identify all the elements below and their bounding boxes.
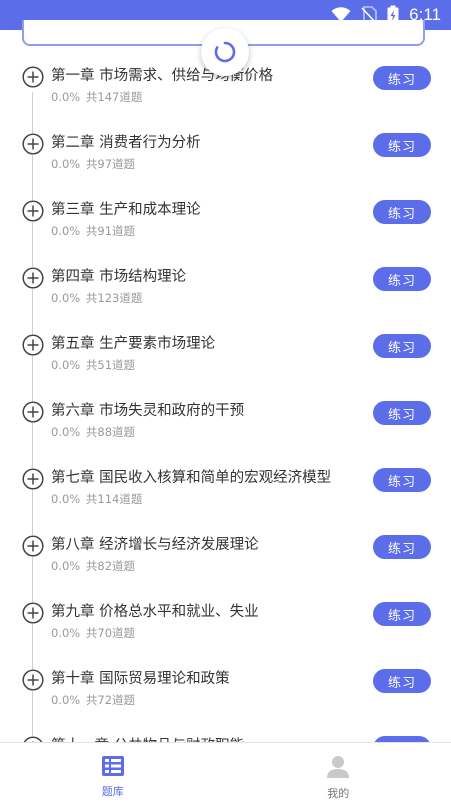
nav-tab-label: 题库 xyxy=(101,785,124,798)
chapter-progress: 0.0% xyxy=(51,291,81,305)
chapter-progress: 0.0% xyxy=(51,425,81,439)
chapter-progress: 0.0% xyxy=(51,157,81,171)
chapter-progress: 0.0% xyxy=(51,224,81,238)
practice-button[interactable]: 练习 xyxy=(373,468,431,492)
chapter-question-count: 共97道题 xyxy=(85,157,136,171)
question-bank-icon xyxy=(101,756,124,776)
chapter-title: 第八章 经济增长与经济发展理论 xyxy=(51,537,259,553)
expand-plus-icon[interactable] xyxy=(22,669,44,691)
practice-button[interactable]: 练习 xyxy=(373,535,431,559)
chapter-question-count: 共88道题 xyxy=(85,425,136,439)
chapter-item[interactable]: 第八章 经济增长与经济发展理论 0.0% 共82道题 练习 xyxy=(0,511,451,578)
chapter-item[interactable]: 第九章 价格总水平和就业、失业 0.0% 共70道题 练习 xyxy=(0,578,451,645)
chapter-progress: 0.0% xyxy=(51,90,81,104)
chapter-title: 第十章 国际贸易理论和政策 xyxy=(51,671,230,687)
chapter-meta: 0.0% 共82道题 xyxy=(51,558,135,574)
chapter-meta: 0.0% 共51道题 xyxy=(51,357,135,373)
profile-icon xyxy=(327,756,350,778)
expand-plus-icon[interactable] xyxy=(22,200,44,222)
expand-plus-icon[interactable] xyxy=(22,401,44,423)
chapter-progress: 0.0% xyxy=(51,492,81,506)
chapter-title: 第二章 消费者行为分析 xyxy=(51,135,201,151)
loading-icon xyxy=(214,41,236,63)
chapter-item[interactable]: 第二章 消费者行为分析 0.0% 共97道题 练习 xyxy=(0,109,451,176)
practice-button[interactable]: 练习 xyxy=(373,200,431,224)
chapter-title: 第三章 生产和成本理论 xyxy=(51,202,201,218)
chapter-meta: 0.0% 共72道题 xyxy=(51,692,135,708)
chapter-title: 第七章 国民收入核算和简单的宏观经济模型 xyxy=(51,470,332,486)
chapter-meta: 0.0% 共123道题 xyxy=(51,290,142,306)
chapter-item[interactable]: 第七章 国民收入核算和简单的宏观经济模型 0.0% 共114道题 练习 xyxy=(0,444,451,511)
expand-plus-icon[interactable] xyxy=(22,602,44,624)
chapter-progress: 0.0% xyxy=(51,626,81,640)
bottom-nav: 题库 我的 xyxy=(0,742,451,806)
nav-tab-profile[interactable]: 我的 xyxy=(226,743,451,806)
chapter-progress: 0.0% xyxy=(51,693,81,707)
chapter-question-count: 共51道题 xyxy=(85,358,136,372)
chapter-title: 第五章 生产要素市场理论 xyxy=(51,336,216,352)
chapter-question-count: 共123道题 xyxy=(85,291,143,305)
chapter-title: 第六章 市场失灵和政府的干预 xyxy=(51,403,245,419)
chapter-question-count: 共82道题 xyxy=(85,559,136,573)
nav-tab-question-bank[interactable]: 题库 xyxy=(0,743,226,806)
chapter-title: 第十一章 公共物品与财政职能 xyxy=(51,734,244,742)
chapter-meta: 0.0% 共114道题 xyxy=(51,491,142,507)
practice-button[interactable]: 练习 xyxy=(373,401,431,425)
chapter-progress: 0.0% xyxy=(51,358,81,372)
expand-plus-icon[interactable] xyxy=(22,133,44,155)
expand-plus-icon[interactable] xyxy=(22,535,44,557)
chapter-question-count: 共72道题 xyxy=(85,693,136,707)
chapter-meta: 0.0% 共88道题 xyxy=(51,424,135,440)
expand-plus-icon[interactable] xyxy=(22,334,44,356)
practice-button[interactable]: 练习 xyxy=(373,669,431,693)
expand-plus-icon[interactable] xyxy=(22,468,44,490)
chapter-item[interactable]: 第三章 生产和成本理论 0.0% 共91道题 练习 xyxy=(0,176,451,243)
chapter-title: 第九章 价格总水平和就业、失业 xyxy=(51,604,259,620)
expand-plus-icon[interactable] xyxy=(22,66,44,88)
refresh-spinner xyxy=(201,28,249,76)
chapter-item[interactable]: 第五章 生产要素市场理论 0.0% 共51道题 练习 xyxy=(0,310,451,377)
chapter-question-count: 共70道题 xyxy=(85,626,136,640)
chapter-meta: 0.0% 共97道题 xyxy=(51,156,135,172)
chapter-item[interactable]: 第四章 市场结构理论 0.0% 共123道题 练习 xyxy=(0,243,451,310)
chapter-question-count: 共91道题 xyxy=(85,224,136,238)
chapter-meta: 0.0% 共70道题 xyxy=(51,625,135,641)
practice-button[interactable]: 练习 xyxy=(373,66,431,90)
chapter-question-count: 共114道题 xyxy=(85,492,143,506)
practice-button[interactable]: 练习 xyxy=(373,602,431,626)
chapter-title: 第四章 市场结构理论 xyxy=(51,269,187,285)
chapter-meta: 0.0% 共147道题 xyxy=(51,89,142,105)
nav-tab-label: 我的 xyxy=(327,787,350,800)
chapter-item[interactable]: 第六章 市场失灵和政府的干预 0.0% 共88道题 练习 xyxy=(0,377,451,444)
practice-button[interactable]: 练习 xyxy=(373,334,431,358)
chapter-item[interactable]: 第十一章 公共物品与财政职能 练习 xyxy=(0,712,451,742)
practice-button[interactable]: 练习 xyxy=(373,267,431,291)
chapter-progress: 0.0% xyxy=(51,559,81,573)
chapter-item[interactable]: 第十章 国际贸易理论和政策 0.0% 共72道题 练习 xyxy=(0,645,451,712)
expand-plus-icon[interactable] xyxy=(22,267,44,289)
chapter-list[interactable]: 第一章 市场需求、供给与均衡价格 0.0% 共147道题 练习 第二章 消费者行… xyxy=(0,42,451,742)
practice-button[interactable]: 练习 xyxy=(373,133,431,157)
chapter-question-count: 共147道题 xyxy=(85,90,143,104)
chapter-meta: 0.0% 共91道题 xyxy=(51,223,135,239)
